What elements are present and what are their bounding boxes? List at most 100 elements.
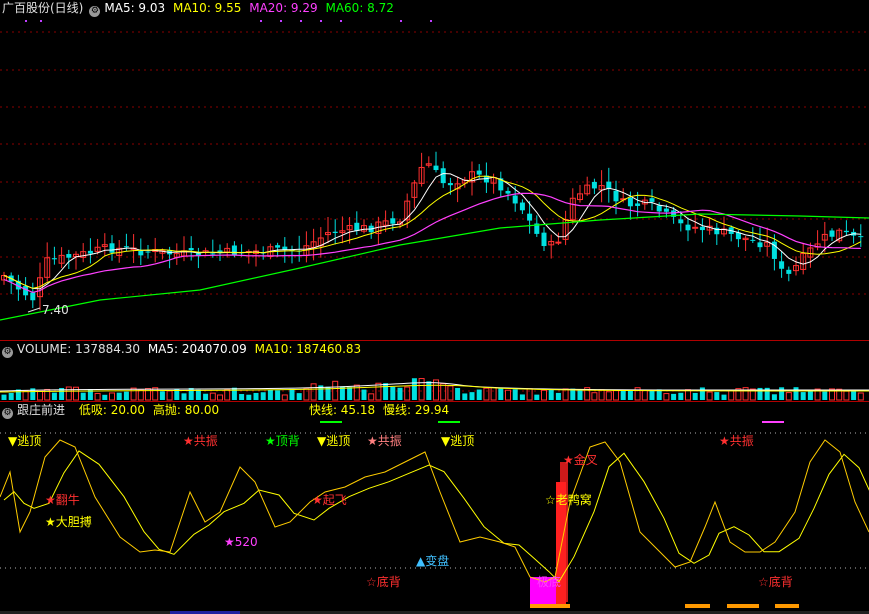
candle-down (145, 251, 151, 253)
volume-bar (591, 392, 598, 401)
volume-bar (541, 389, 547, 401)
volume-bar (577, 389, 583, 400)
candle-down (332, 231, 338, 234)
volume-bar (455, 387, 461, 400)
truncated-signal (320, 421, 342, 423)
slow-line-label: 慢线: 29.94 (382, 403, 450, 417)
signal-extreme-bottom: 极底 (537, 574, 561, 589)
candle-down (843, 230, 849, 233)
candle-down (210, 253, 216, 255)
indicator-panel[interactable]: ▼逃顶 ★共振 ★顶背 ▼逃顶 ★共振 ▼逃顶 ★共振 ★翻牛 ★大胆搏 ★520 ★起飞 ★金叉 ☆老… (0, 402, 869, 614)
volume-bar (548, 389, 554, 400)
volume-bar (310, 383, 317, 401)
volume-bar (706, 391, 713, 401)
signal-dot (260, 20, 262, 22)
volume-bar (397, 387, 403, 400)
volume-bar (742, 387, 749, 401)
volume-bar (663, 393, 670, 401)
candle-down (591, 181, 597, 189)
volume-bar (692, 392, 698, 400)
ma5-label: MA5: 9.03 (104, 1, 166, 15)
volume-bar (699, 387, 705, 400)
volume-bar (123, 391, 129, 400)
volume-bar (678, 392, 684, 400)
signal-turn-bull: ★翻牛 (45, 492, 80, 507)
candle-down (123, 246, 129, 248)
candle-down (627, 197, 633, 207)
volume-bar (555, 392, 561, 400)
low-buy-label: 低吸: 20.00 (78, 403, 146, 417)
candle-down (750, 239, 756, 241)
volume-bar (51, 392, 57, 400)
volume-bar (209, 392, 216, 401)
candle-down (757, 242, 763, 248)
price-chart[interactable] (0, 0, 869, 340)
volume-bar (641, 389, 648, 401)
low-price-label: 7.40 (42, 303, 69, 317)
volume-bar (94, 392, 101, 401)
signal-dot (300, 20, 302, 22)
volume-bar (80, 392, 86, 400)
candle-down (779, 261, 785, 269)
candle-down (786, 269, 792, 274)
volume-bar (383, 383, 389, 400)
volume-bar (347, 387, 353, 400)
bottom-marker (685, 604, 710, 608)
signal-dot (400, 20, 402, 22)
volume-panel[interactable]: ⚙ VOLUME: 137884.30 MA5: 204070.09 MA10: … (0, 341, 869, 401)
volume-bar (217, 394, 223, 401)
signal-dot (280, 20, 282, 22)
candle-down (354, 222, 360, 231)
volume-bar (37, 390, 43, 401)
candle-down (606, 181, 612, 189)
volume-bar (512, 389, 518, 400)
volume-bar (275, 390, 281, 400)
candle-down (440, 168, 446, 184)
volume-bar (490, 387, 497, 401)
volume-ma5-line (0, 382, 869, 392)
high-sell-label: 高抛: 80.00 (152, 403, 220, 417)
indicator-chart[interactable]: ▼逃顶 ★共振 ★顶背 ▼逃顶 ★共振 ▼逃顶 ★共振 ★翻牛 ★大胆搏 ★520 ★起飞 ★金叉 ☆老… (0, 402, 869, 614)
volume-bar (728, 389, 735, 401)
volume-ma10: MA10: 187460.83 (254, 342, 362, 356)
volume-bar (843, 390, 850, 401)
volume-bar (534, 394, 540, 400)
volume-bar (296, 393, 302, 400)
candle-down (505, 190, 511, 194)
candle-down (138, 250, 144, 256)
signal-dot (430, 20, 432, 22)
signal-bottom-divergence: ☆底背 (366, 574, 401, 589)
settings-icon[interactable]: ⚙ (2, 347, 13, 358)
volume-bar (303, 388, 310, 401)
candle-up (555, 241, 562, 244)
volume-bar (800, 392, 806, 400)
volume-bar (368, 393, 375, 401)
signal-resonance: ★共振 (183, 434, 218, 448)
volume-bar (426, 381, 432, 400)
volume-bar (188, 387, 194, 400)
bottom-marker (775, 604, 799, 608)
volume-bar (785, 392, 792, 401)
volume-bar (109, 392, 115, 401)
signal-resonance: ★共振 (719, 434, 754, 448)
candle-down (678, 219, 684, 224)
signal-take-off: ★起飞 (312, 493, 347, 507)
volume-bar (102, 394, 108, 400)
volume-bar (851, 391, 857, 400)
volume-bar (1, 394, 7, 400)
indicator-title: 跟庄前进 (17, 403, 66, 417)
volume-bar (498, 387, 504, 400)
candle-down (613, 190, 619, 202)
candle-down (829, 230, 835, 237)
volume-bar (390, 386, 396, 400)
candle-down (527, 213, 533, 221)
signal-dot (25, 20, 27, 22)
price-panel[interactable]: 广百股份(日线) ⚙ MA5: 9.03 MA10: 9.55 MA20: 9.29… (0, 0, 869, 340)
volume-bar (267, 389, 273, 400)
volume-bar (779, 387, 785, 400)
candle-down (649, 198, 655, 202)
volume-bar (203, 393, 209, 400)
settings-icon[interactable]: ⚙ (89, 6, 101, 17)
settings-icon[interactable]: ⚙ (2, 408, 13, 419)
signal-dot (40, 20, 42, 22)
